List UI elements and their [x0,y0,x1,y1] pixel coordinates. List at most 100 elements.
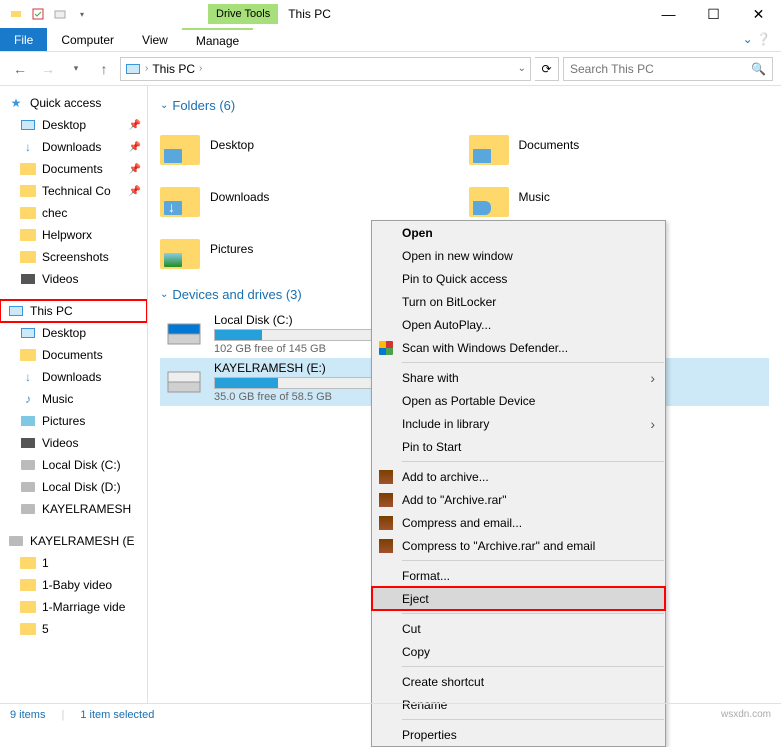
sidebar-item[interactable]: chec [0,202,147,224]
folder-item[interactable]: Downloads [160,173,461,221]
sidebar-item[interactable]: Music [0,388,147,410]
archive-icon [378,538,394,554]
sidebar-item[interactable]: 1 [0,552,147,574]
folder-item[interactable]: Documents [469,121,770,169]
back-button[interactable]: ← [8,57,32,81]
context-menu-item[interactable]: Eject [372,587,665,610]
shield-icon [378,340,394,356]
sidebar-item[interactable]: KAYELRAMESH [0,498,147,520]
disk-icon [20,479,36,495]
tab-computer[interactable]: Computer [47,28,128,51]
context-menu-item[interactable]: Pin to Start [372,435,665,458]
search-icon[interactable]: 🔍 [751,62,766,76]
chevron-down-icon: ⌄ [160,289,168,300]
context-menu-item[interactable]: Add to "Archive.rar" [372,488,665,511]
context-menu-item[interactable]: Create shortcut [372,670,665,693]
chevron-right-icon[interactable]: › [199,63,202,74]
sidebar-item[interactable]: Documents [0,344,147,366]
folders-header[interactable]: ⌄Folders (6) [160,98,769,113]
close-button[interactable]: ✕ [736,0,781,28]
context-menu-item[interactable]: Pin to Quick access [372,267,665,290]
sidebar-item[interactable]: Helpworx [0,224,147,246]
sidebar-item[interactable]: Documents📌 [0,158,147,180]
folder-label: Desktop [210,138,254,152]
context-menu-item[interactable]: Share with [372,366,665,389]
chevron-right-icon[interactable]: › [145,63,148,74]
ribbon-tabs: File Computer View Manage ⌄ ❔ [0,28,781,52]
sidebar-item[interactable]: Downloads [0,366,147,388]
context-menu-item[interactable]: Copy [372,640,665,663]
sidebar-usb-drive[interactable]: KAYELRAMESH (E [0,530,147,552]
folder-label: Pictures [210,242,253,256]
context-menu-item[interactable]: Scan with Windows Defender... [372,336,665,359]
window-title: This PC [288,7,331,21]
folder-icon [160,229,200,269]
drive-tools-tab[interactable]: Drive Tools [208,4,278,24]
refresh-button[interactable]: ⟳ [535,57,559,81]
sidebar-quick-access[interactable]: Quick access [0,92,147,114]
context-menu-item[interactable]: Compress and email... [372,511,665,534]
archive-icon [378,515,394,531]
context-menu-item[interactable]: Properties [372,723,665,746]
qat-dropdown-icon[interactable]: ▾ [72,4,92,24]
folder-item[interactable]: Desktop [160,121,461,169]
tab-manage[interactable]: Manage [182,28,253,51]
disk-icon [20,501,36,517]
folder-icon [20,205,36,221]
minimize-button[interactable]: — [646,0,691,28]
tab-view[interactable]: View [128,28,182,51]
sidebar-item[interactable]: Screenshots [0,246,147,268]
context-menu-item[interactable]: Open [372,221,665,244]
monitor-icon [8,303,24,319]
folder-item[interactable]: Music [469,173,770,221]
qat-new-folder-icon[interactable] [50,4,70,24]
context-menu-item[interactable]: Add to archive... [372,465,665,488]
disk-icon [20,457,36,473]
sidebar-item[interactable]: Videos [0,268,147,290]
sidebar-item[interactable]: 5 [0,618,147,640]
app-icon[interactable] [6,4,26,24]
sidebar-item[interactable]: Desktop [0,322,147,344]
context-menu-item[interactable]: Format... [372,564,665,587]
context-menu-separator [402,560,664,561]
sidebar-item[interactable]: Local Disk (D:) [0,476,147,498]
pc-icon [125,61,141,77]
context-menu-item[interactable]: Open AutoPlay... [372,313,665,336]
folder-label: Documents [519,138,580,152]
sidebar-item[interactable]: Pictures [0,410,147,432]
breadcrumb[interactable]: › This PC › ⌄ [120,57,531,81]
status-bar: 9 items | 1 item selected wsxdn.com [0,703,781,725]
search-input[interactable] [570,62,751,76]
forward-button[interactable]: → [36,57,60,81]
context-menu-item[interactable]: Open in new window [372,244,665,267]
search-box[interactable]: 🔍 [563,57,773,81]
sidebar-item[interactable]: 1-Baby video [0,574,147,596]
sidebar-this-pc[interactable]: This PC [0,300,147,322]
context-menu-item[interactable]: Turn on BitLocker [372,290,665,313]
up-button[interactable]: ↑ [92,57,116,81]
breadcrumb-this-pc[interactable]: This PC [152,62,195,76]
recent-dropdown[interactable]: ▾ [64,57,88,81]
context-menu-item[interactable]: Include in library [372,412,665,435]
sidebar-item[interactable]: Desktop📌 [0,114,147,136]
context-menu-separator [402,613,664,614]
context-menu-item[interactable]: Open as Portable Device [372,389,665,412]
maximize-button[interactable]: ☐ [691,0,736,28]
folder-icon [20,249,36,265]
sidebar-item[interactable]: Videos [0,432,147,454]
archive-icon [378,469,394,485]
sidebar-item[interactable]: Downloads📌 [0,136,147,158]
sidebar-item[interactable]: Technical Co📌 [0,180,147,202]
context-menu-item[interactable]: Cut [372,617,665,640]
folder-label: Downloads [210,190,269,204]
ribbon-help-icon[interactable]: ⌄ ❔ [733,28,781,51]
sidebar-item[interactable]: Local Disk (C:) [0,454,147,476]
context-menu-separator [402,666,664,667]
chevron-down-icon: ⌄ [160,100,168,111]
breadcrumb-dropdown-icon[interactable]: ⌄ [518,63,526,74]
tab-file[interactable]: File [0,28,47,51]
context-menu-item[interactable]: Compress to "Archive.rar" and email [372,534,665,557]
sidebar-item[interactable]: 1-Marriage vide [0,596,147,618]
qat-properties-icon[interactable] [28,4,48,24]
watermark: wsxdn.com [721,709,771,720]
